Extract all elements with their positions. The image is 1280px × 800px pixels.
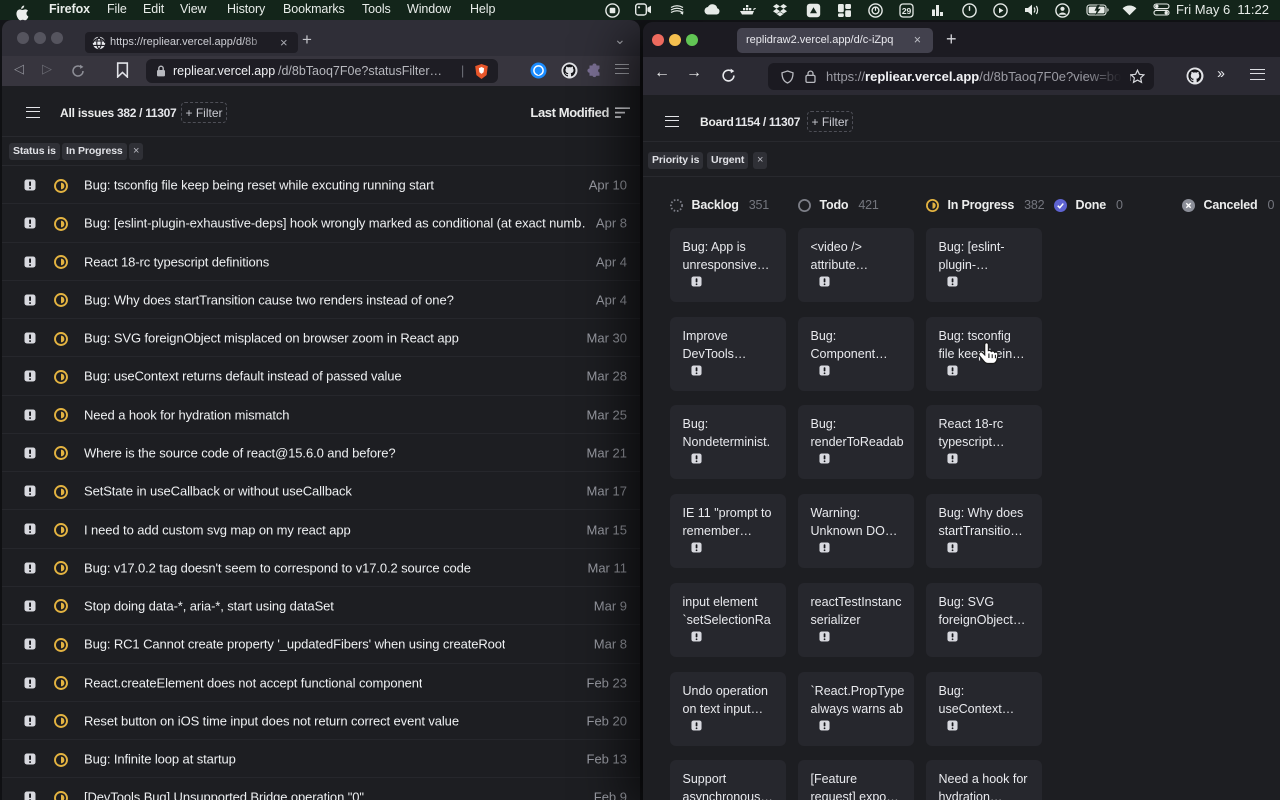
svg-text:29: 29 (902, 6, 912, 16)
